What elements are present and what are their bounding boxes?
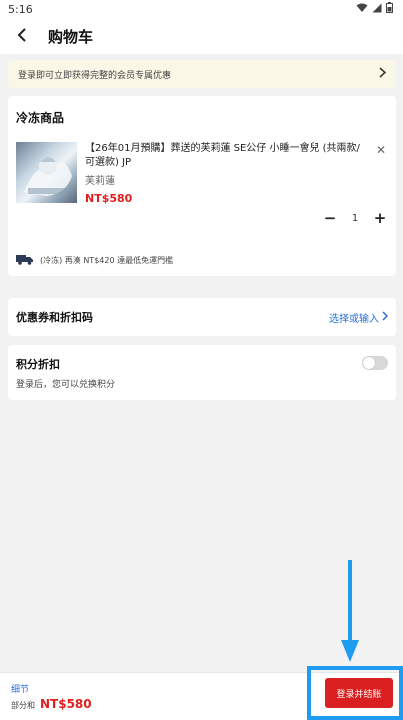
app-header: 购物车 bbox=[0, 18, 403, 54]
quantity-value[interactable]: 1 bbox=[343, 213, 367, 224]
page-title: 购物车 bbox=[48, 27, 94, 46]
frozen-goods-card: 冷冻商品 【26年01月預購】葬送的芙莉蓮 SE公仔 小睡一會兒 (共兩款/可選… bbox=[8, 96, 396, 276]
annotation-arrow bbox=[341, 560, 359, 662]
status-time: 5:16 bbox=[8, 2, 33, 16]
remove-item-button[interactable]: ✕ bbox=[374, 143, 388, 157]
product-image[interactable] bbox=[16, 142, 77, 203]
points-hint: 登录后，您可以兑换积分 bbox=[16, 380, 116, 390]
points-card: 积分折扣 登录后，您可以兑换积分 bbox=[8, 345, 396, 400]
login-banner[interactable]: 登录即可立即获得完整的会员专属优惠 bbox=[8, 60, 396, 88]
login-banner-text: 登录即可立即获得完整的会员专属优惠 bbox=[18, 70, 172, 81]
points-title: 积分折扣 bbox=[16, 358, 60, 371]
status-bar: 5:16 bbox=[0, 0, 403, 18]
back-arrow-icon bbox=[17, 27, 27, 46]
details-link[interactable]: 细节 bbox=[11, 682, 29, 695]
wifi-icon bbox=[356, 3, 368, 16]
plus-icon[interactable]: + bbox=[370, 208, 390, 228]
points-toggle[interactable] bbox=[362, 356, 388, 370]
section-title-frozen: 冷冻商品 bbox=[16, 111, 65, 125]
product-brand: 芙莉蓮 bbox=[85, 176, 115, 187]
signal-icon bbox=[372, 3, 382, 16]
minus-icon[interactable]: − bbox=[320, 208, 340, 228]
truck-icon bbox=[16, 254, 34, 267]
product-title[interactable]: 【26年01月預購】葬送的芙莉蓮 SE公仔 小睡一會兒 (共兩款/可選款) JP bbox=[85, 142, 365, 170]
coupon-card[interactable]: 优惠券和折扣码 选择或输入 bbox=[8, 298, 396, 336]
subtotal-amount: NT$580 bbox=[40, 697, 92, 711]
battery-icon bbox=[386, 2, 393, 16]
shipping-note-text: (冷冻) 再湊 NT$420 達最低免運門檻 bbox=[40, 256, 174, 265]
close-icon: ✕ bbox=[375, 143, 387, 157]
product-price: NT$580 bbox=[85, 192, 133, 205]
coupon-action-text: 选择或输入 bbox=[329, 313, 379, 325]
coupon-select-link[interactable]: 选择或输入 bbox=[329, 310, 389, 325]
toggle-knob bbox=[363, 357, 375, 369]
checkout-button[interactable]: 登录并结账 bbox=[325, 678, 393, 708]
subtotal: 部分和 NT$580 bbox=[11, 697, 92, 711]
chevron-right-icon bbox=[379, 67, 387, 81]
shipping-note: (冷冻) 再湊 NT$420 達最低免運門檻 bbox=[16, 254, 173, 267]
chevron-right-icon bbox=[382, 310, 389, 324]
back-button[interactable] bbox=[10, 24, 34, 48]
quantity-stepper: − 1 + bbox=[320, 206, 390, 230]
coupon-label: 优惠券和折扣码 bbox=[16, 311, 93, 324]
subtotal-label: 部分和 bbox=[11, 701, 35, 710]
